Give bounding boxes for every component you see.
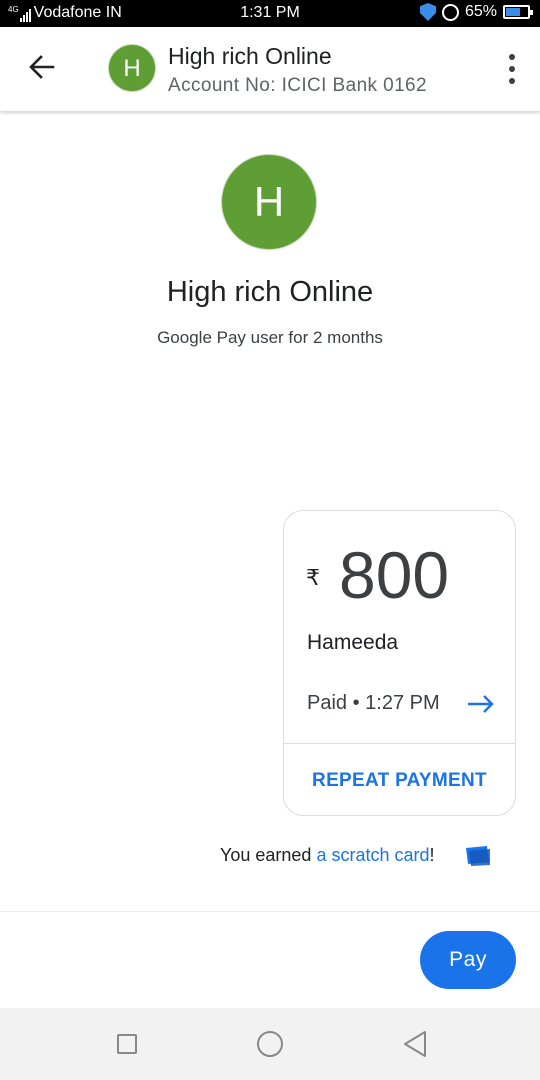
pay-button[interactable]: Pay [420, 931, 516, 989]
repeat-payment-button[interactable]: REPEAT PAYMENT [284, 770, 515, 792]
reward-prefix: You earned [220, 845, 317, 865]
reward-message: You earned a scratch card! [220, 845, 435, 866]
contact-avatar[interactable]: H [108, 44, 156, 92]
more-dot-icon [509, 66, 515, 72]
payment-details-button[interactable] [466, 692, 496, 716]
system-nav-bar [0, 1008, 540, 1080]
profile-name: High rich Online [166, 276, 374, 308]
account-subtitle: Account No: ICICI Bank 0162 [168, 75, 427, 96]
arrow-right-icon [468, 695, 494, 713]
profile-meta: Google Pay user for 2 months [157, 328, 383, 347]
payment-note: Hameeda [307, 631, 399, 654]
recents-icon[interactable] [117, 1034, 137, 1054]
status-bar: 4G Vodafone IN 1:31 PM 65% [0, 0, 540, 27]
more-options-button[interactable] [506, 54, 518, 84]
arrow-left-icon [29, 55, 55, 79]
payment-amount: 800 [339, 538, 450, 612]
back-button[interactable] [24, 49, 60, 85]
profile-avatar: H [221, 154, 317, 250]
card-divider [284, 743, 515, 744]
shield-icon [419, 3, 436, 21]
reward-suffix: ! [429, 845, 435, 865]
status-right: 65% [419, 3, 533, 21]
more-dot-icon [509, 78, 515, 84]
bottom-divider [0, 911, 540, 912]
battery-icon [503, 5, 533, 19]
payment-status: Paid • 1:27 PM [307, 692, 440, 714]
payment-card[interactable]: ₹ 800 Hameeda Paid • 1:27 PM REPEAT PAYM… [283, 510, 516, 816]
lock-icon [441, 3, 459, 21]
contact-title: High rich Online [168, 43, 332, 69]
battery-percent: 65% [464, 3, 497, 20]
nav-back-icon[interactable] [403, 1030, 427, 1058]
scratch-card-icon[interactable] [465, 845, 490, 866]
currency-symbol: ₹ [306, 565, 320, 590]
more-dot-icon [509, 54, 515, 60]
scratch-card-link[interactable]: a scratch card [316, 845, 429, 865]
home-icon[interactable] [257, 1031, 283, 1057]
app-bar: H High rich Online Account No: ICICI Ban… [0, 27, 540, 111]
